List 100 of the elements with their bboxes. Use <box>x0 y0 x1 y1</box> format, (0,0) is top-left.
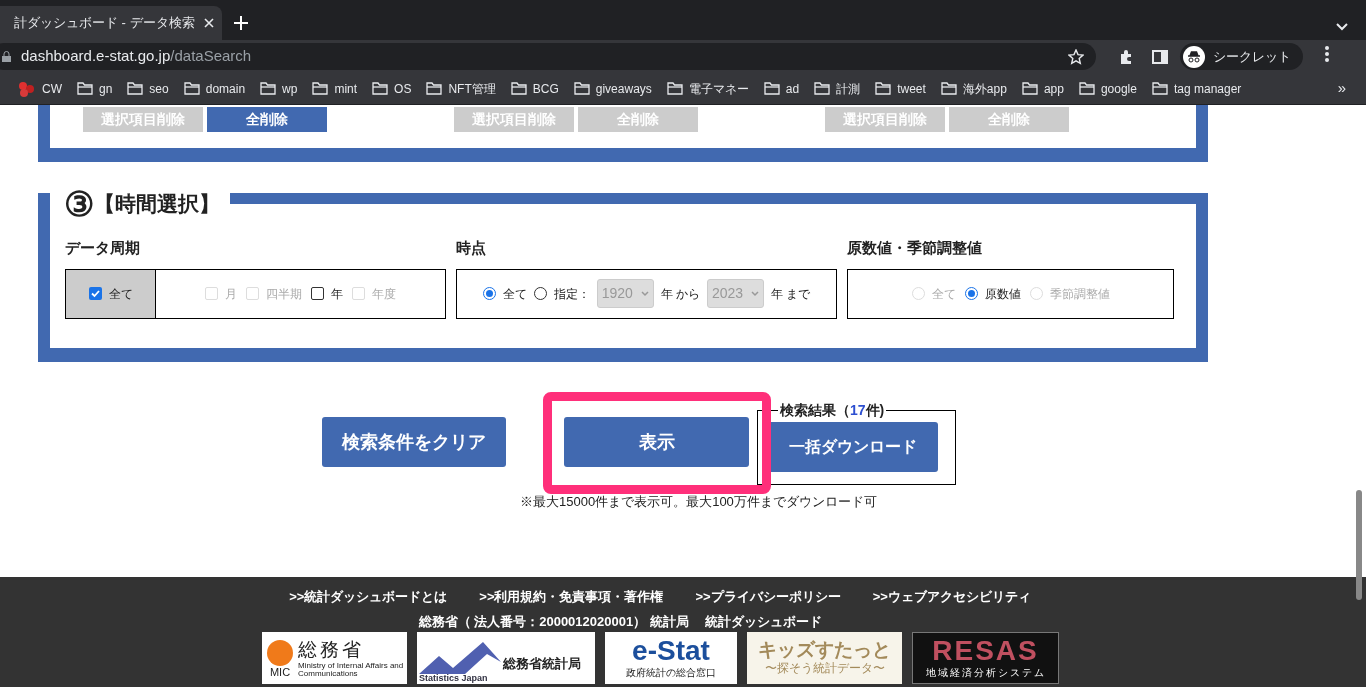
logo-text: 総務省 <box>298 638 365 662</box>
org-text: 総務省（ 法人番号：2000012020001） 統計局 統計ダッシュボード <box>418 612 823 631</box>
bookmark[interactable]: NFT管理 <box>426 79 496 98</box>
incognito-icon <box>1183 45 1205 68</box>
clear-button[interactable]: 検索条件をクリア <box>322 417 506 467</box>
banner-link[interactable]: e-Stat 政府統計の総合窓口 <box>605 632 737 684</box>
bookmark[interactable]: tag manager <box>1151 79 1242 98</box>
field-label: 時点 <box>456 238 487 258</box>
field-label: 原数値・季節調整値 <box>847 238 983 258</box>
folder-icon <box>814 82 831 95</box>
chevron-down-icon <box>1336 23 1348 31</box>
year-select: 1920 <box>596 279 654 308</box>
section-title: 【時間選択】 <box>94 191 220 218</box>
logo-text: RESAS <box>932 636 1039 665</box>
delete-button[interactable]: 全削除 <box>207 107 327 132</box>
footer-link[interactable]: >>統計ダッシュボードとは <box>289 587 448 607</box>
folder-icon <box>666 82 683 95</box>
browser-tab[interactable]: 計ダッシュボード - データ検索 <box>0 6 222 40</box>
url-text: dashboard.e-stat.go.jp/dataSearch <box>21 46 252 67</box>
result-count: 検索結果（17件) <box>779 401 886 420</box>
banner-link[interactable]: Statistics Japan 総務省統計局 <box>417 632 595 684</box>
folder-icon <box>573 82 590 95</box>
folder-icon <box>940 82 957 95</box>
bookmark[interactable]: tweet <box>875 79 926 98</box>
logo-text: e-Stat <box>632 636 710 665</box>
bookmark[interactable]: 計測 <box>814 79 861 98</box>
bookmark[interactable]: app <box>1021 79 1064 98</box>
folder-icon <box>426 82 443 95</box>
bookmark[interactable]: ad <box>763 79 800 98</box>
logo-text: キッズすたっと <box>758 639 891 659</box>
radio-label: 原数値 <box>984 285 1021 303</box>
checkbox-label: 月 <box>225 285 237 303</box>
dots-icon <box>18 80 36 97</box>
folder-icon <box>1151 82 1168 95</box>
logo-text: 〜探そう統計データ〜 <box>764 660 885 677</box>
bookmark[interactable]: seo <box>127 79 169 98</box>
banner-link[interactable]: MIC 総務省 Ministry of Internal Affairs and Communications <box>262 632 407 684</box>
bookmark[interactable]: BCG <box>510 79 559 98</box>
checkbox-label: 四半期 <box>266 285 302 303</box>
star-icon <box>1068 48 1084 65</box>
checkbox-label: 全て <box>108 285 133 303</box>
profile-button[interactable]: シークレット <box>1180 43 1303 70</box>
chart-logo-icon <box>419 642 501 674</box>
bookmark[interactable]: OS <box>372 79 412 98</box>
close-icon <box>204 18 214 28</box>
chevron-down-icon <box>751 290 759 297</box>
checkbox[interactable] <box>88 287 102 300</box>
radio-label: 季節調整値 <box>1049 285 1110 303</box>
bookmark[interactable]: domain <box>183 79 246 98</box>
logo-text: 地域経済分析システム <box>925 665 1046 680</box>
logo-text: MIC <box>269 666 291 678</box>
download-button[interactable]: 一括ダウンロード <box>768 422 938 472</box>
checkbox-label: 年 <box>331 285 343 303</box>
more-bookmarks-button[interactable]: » <box>1337 77 1346 100</box>
unit-label: 年 まで <box>771 285 811 303</box>
folder-icon <box>127 82 144 95</box>
show-button[interactable]: 表示 <box>564 417 749 467</box>
puzzle-icon <box>1118 48 1134 65</box>
folder-icon <box>372 82 389 95</box>
address-bar[interactable]: dashboard.e-stat.go.jp/dataSearch <box>0 43 1096 70</box>
radio-label: 指定： <box>553 285 590 303</box>
bookmark[interactable]: gn <box>77 79 113 98</box>
folder-icon <box>875 82 892 95</box>
folder-icon <box>77 82 93 95</box>
footer-link[interactable]: >>利用規約・免責事項・著作権 <box>479 587 664 607</box>
radio-label: 全て <box>502 285 527 303</box>
bookmark[interactable]: 海外app <box>940 79 1007 98</box>
bookmark[interactable]: CW <box>18 79 62 98</box>
tab-title: 計ダッシュボード - データ検索 <box>14 14 195 33</box>
unit-label: 年 から <box>660 285 700 303</box>
folder-icon <box>1078 82 1095 95</box>
sun-logo-icon <box>265 638 295 667</box>
bookmark[interactable]: giveaways <box>573 79 652 98</box>
folder-icon <box>183 82 200 95</box>
more-icon <box>1325 45 1329 62</box>
bookmark[interactable]: wp <box>260 79 298 98</box>
folder-icon <box>510 82 527 95</box>
scrollbar-thumb[interactable] <box>1356 490 1362 600</box>
folder-icon <box>312 82 329 95</box>
chevron-down-icon <box>640 290 649 297</box>
limit-note: ※最大15000件まで表示可。最大100万件までダウンロード可 <box>520 493 877 511</box>
logo-text: 政府統計の総合窓口 <box>626 665 716 680</box>
logo-text: 総務省統計局 <box>503 654 581 673</box>
checkbox-label: 年度 <box>372 285 396 303</box>
logo-text: Ministry of Internal Affairs and Communications <box>298 661 405 678</box>
footer-link[interactable]: >>プライバシーポリシー <box>695 587 841 607</box>
new-tab-icon <box>234 16 248 30</box>
bookmark[interactable]: 電子マネー <box>666 79 749 98</box>
year-select: 2023 <box>707 279 764 308</box>
checkbox[interactable] <box>311 287 324 300</box>
bookmark[interactable]: google <box>1078 79 1137 98</box>
logo-text: Statistics Japan <box>419 674 489 683</box>
folder-icon <box>1021 82 1038 95</box>
footer-link[interactable]: >>ウェブアクセシビリティ <box>872 587 1031 607</box>
section-number: ③ <box>64 187 94 221</box>
field-label: データ周期 <box>65 238 141 258</box>
bookmark[interactable]: mint <box>312 79 358 98</box>
side-panel-icon <box>1152 48 1168 65</box>
banner-link[interactable]: RESAS 地域経済分析システム <box>912 632 1059 684</box>
folder-icon <box>260 82 277 95</box>
